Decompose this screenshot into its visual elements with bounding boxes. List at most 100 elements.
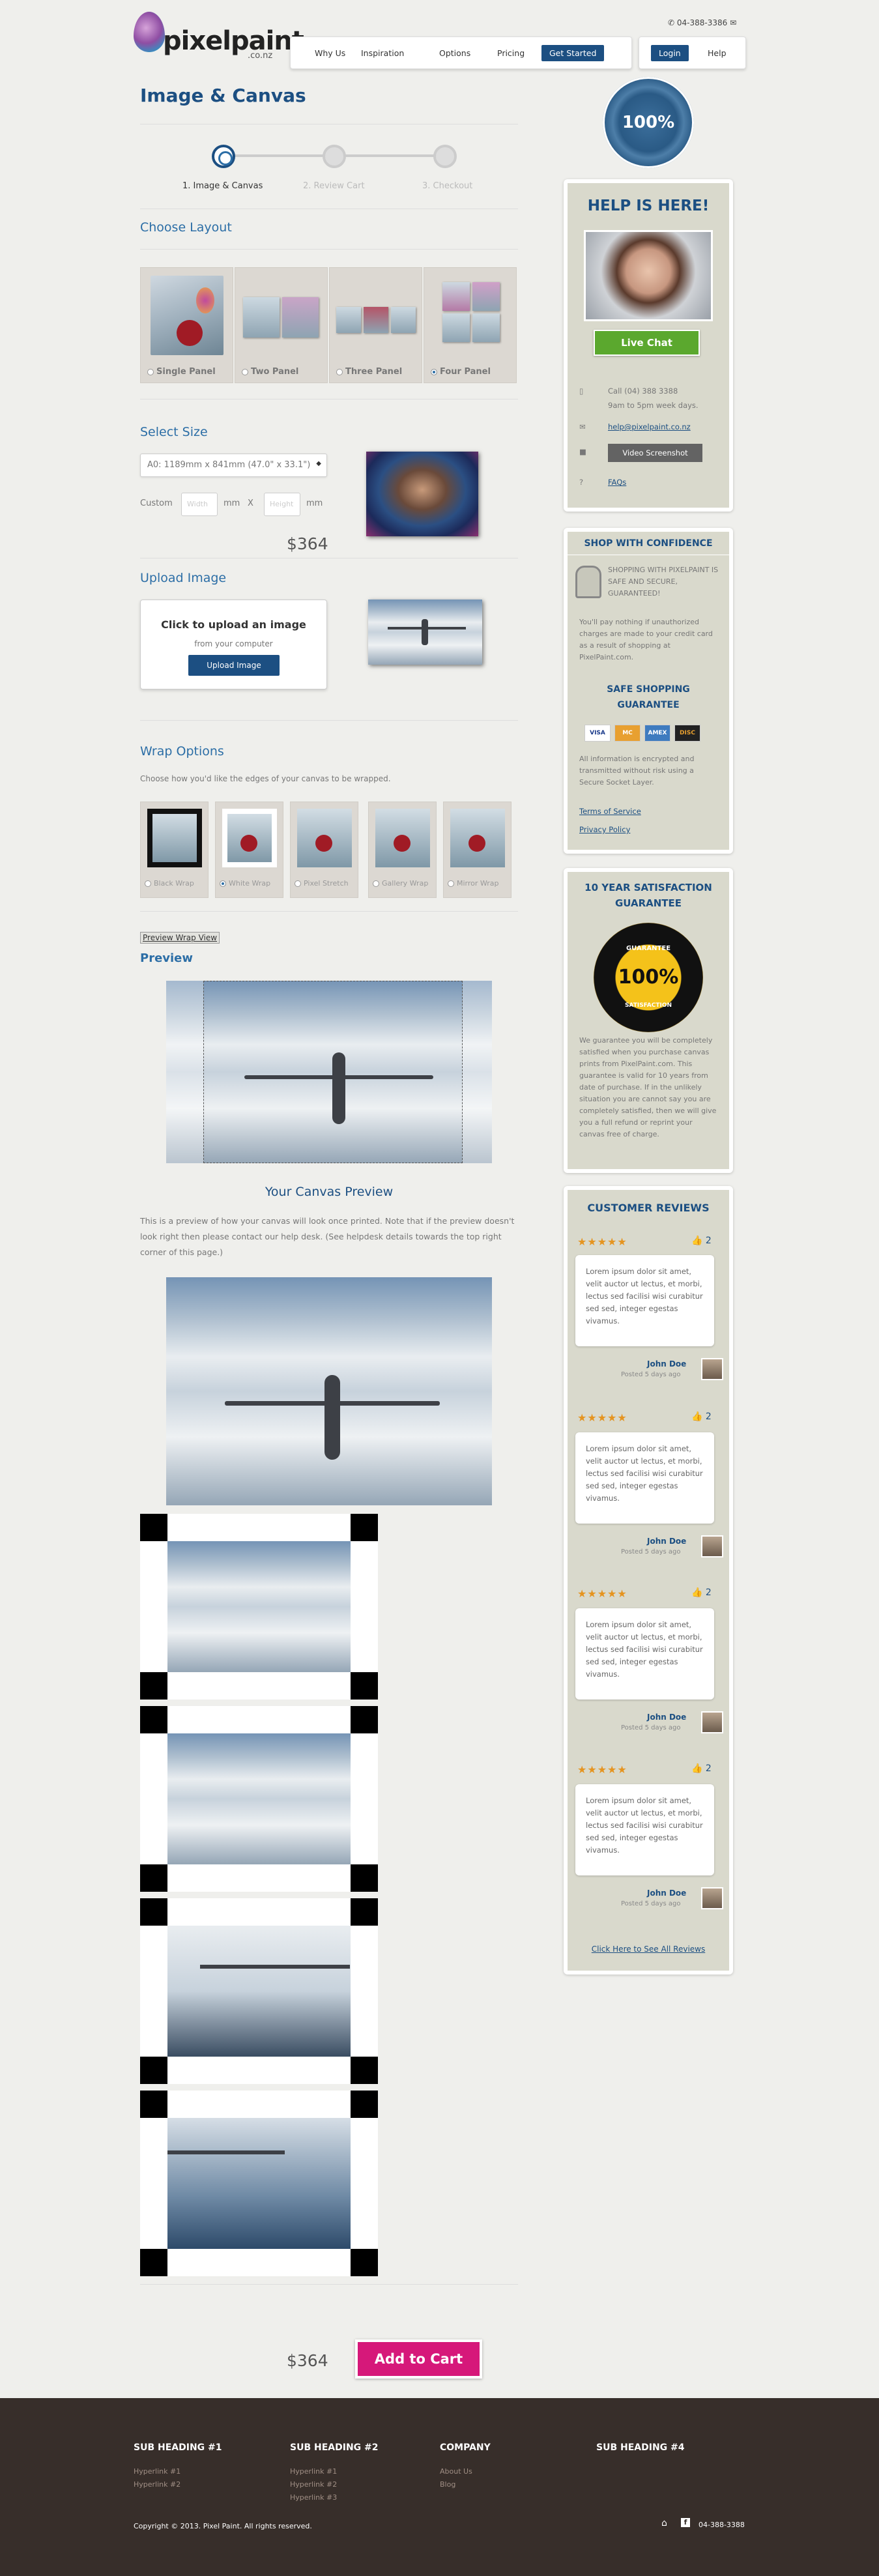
pay-note: You'll pay nothing if unauthorized charg… [579, 618, 713, 661]
like-count[interactable]: 👍 2 [691, 1411, 712, 1422]
radio-button-selected[interactable] [220, 880, 226, 887]
help-link[interactable]: Help [708, 48, 727, 58]
color-splash-graphic [196, 287, 214, 313]
layout-option-two[interactable]: Two Panel [235, 267, 328, 383]
wrap-label: Gallery Wrap [373, 879, 428, 888]
seal-top-text: GUARANTEE [626, 945, 671, 952]
dress-graphic [177, 320, 203, 346]
layout-option-three[interactable]: Three Panel [329, 267, 422, 383]
account-nav: Login Help [639, 36, 746, 69]
login-button[interactable]: Login [651, 45, 689, 61]
footer-link[interactable]: Hyperlink #1 [290, 2467, 337, 2476]
help-heading: HELP IS HERE! [587, 197, 710, 214]
footer-link[interactable]: Hyperlink #2 [134, 2480, 180, 2489]
help-email-link[interactable]: help@pixelpaint.co.nz [608, 421, 691, 433]
wrap-option-gallery[interactable]: Gallery Wrap [368, 802, 437, 898]
times-label: X [248, 499, 253, 508]
canvas-preview-image [166, 1277, 492, 1505]
radio-button[interactable] [448, 880, 454, 887]
get-started-button[interactable]: Get Started [541, 45, 605, 61]
rating-stars: ★★★★★ [577, 1763, 627, 1776]
add-to-cart-button[interactable]: Add to Cart [355, 2339, 482, 2379]
privacy-link[interactable]: Privacy Policy [579, 824, 630, 835]
video-screenshot-button[interactable]: Video Screenshot [608, 444, 702, 462]
nav-pricing[interactable]: Pricing [497, 48, 525, 58]
wrap-option-white[interactable]: White Wrap [215, 802, 283, 898]
upload-dropzone[interactable]: Click to upload an image from your compu… [140, 600, 327, 689]
footer-link[interactable]: Blog [440, 2480, 455, 2489]
mail-icon[interactable]: ✉ [730, 18, 736, 27]
wrap-label: Mirror Wrap [448, 879, 499, 888]
logo-text[interactable]: pixelpaint [163, 26, 304, 56]
review-bubble: Lorem ipsum dolor sit amet, velit auctor… [575, 1255, 714, 1346]
phone-icon: ✆ [668, 18, 677, 27]
like-count[interactable]: 👍 2 [691, 1587, 712, 1598]
upload-image-button[interactable]: Upload Image [188, 655, 280, 676]
reviews-box: CUSTOMER REVIEWS ★★★★★ 👍 2 Lorem ipsum d… [564, 1186, 733, 1975]
layout-option-single[interactable]: Single Panel [140, 267, 233, 383]
home-icon[interactable]: ⌂ [661, 2518, 667, 2528]
divider [140, 249, 518, 250]
thumbs-up-icon: 👍 [691, 1236, 703, 1246]
radio-button[interactable] [242, 368, 248, 375]
safe-shopping-heading: SAFE SHOPPING GUARANTEE [607, 684, 690, 710]
badge-text: 100% [622, 113, 675, 132]
panel-preview [243, 297, 280, 338]
nav-why-us[interactable]: Why Us [315, 48, 345, 58]
footer-link[interactable]: Hyperlink #1 [134, 2467, 180, 2476]
radio-button[interactable] [145, 880, 151, 887]
reviewer-name: John Doe [647, 1889, 687, 1898]
step-1-marker[interactable] [212, 145, 235, 168]
amex-icon: AMEX [644, 725, 670, 742]
layout-option-four[interactable]: Four Panel [424, 267, 517, 383]
radio-button[interactable] [373, 880, 379, 887]
lock-icon [575, 566, 601, 598]
wrap-option-black[interactable]: Black Wrap [140, 802, 209, 898]
radio-button[interactable] [147, 368, 154, 375]
step-3-marker[interactable] [433, 145, 457, 168]
like-count[interactable]: 👍 2 [691, 1236, 712, 1246]
preview-wrap-view-link[interactable]: Preview Wrap View [140, 932, 220, 944]
nav-options[interactable]: Options [439, 48, 470, 58]
facebook-icon[interactable]: f [681, 2518, 690, 2527]
live-chat-button[interactable]: Live Chat [594, 330, 700, 356]
chevron-down-icon[interactable]: ◆ [316, 460, 321, 467]
divider [140, 911, 518, 912]
confidence-heading: SHOP WITH CONFIDENCE [584, 538, 713, 549]
footer-link[interactable]: Hyperlink #3 [290, 2493, 337, 2502]
step-2-marker[interactable] [323, 145, 346, 168]
size-select[interactable]: A0: 1189mm x 841mm (47.0" x 33.1") ◆ [140, 454, 327, 477]
height-input[interactable]: Height [264, 493, 300, 516]
layout-label: Three Panel [336, 367, 402, 377]
wrap-option-pixel-stretch[interactable]: Pixel Stretch [290, 802, 358, 898]
rating-stars: ★★★★★ [577, 1236, 627, 1248]
radio-button[interactable] [295, 880, 301, 887]
wrap-option-mirror[interactable]: Mirror Wrap [443, 802, 512, 898]
review-bubble: Lorem ipsum dolor sit amet, velit auctor… [575, 1784, 714, 1875]
video-icon: ■ [579, 447, 586, 456]
mastercard-icon: MC [614, 725, 641, 742]
nav-inspiration[interactable]: Inspiration [361, 48, 404, 58]
custom-label: Custom [140, 499, 173, 508]
like-count[interactable]: 👍 2 [691, 1763, 712, 1774]
width-input[interactable]: Width [181, 493, 218, 516]
step-3-label: 3. Checkout [422, 181, 473, 191]
canvas-preview-title: Your Canvas Preview [265, 1185, 394, 1199]
panel-previews [140, 1514, 378, 2279]
radio-button[interactable] [336, 368, 343, 375]
logo-mark[interactable] [134, 12, 165, 52]
avatar [701, 1358, 723, 1380]
encryption-text: All information is encrypted and transmi… [579, 755, 695, 787]
discover-icon: DISC [674, 725, 700, 742]
faqs-link[interactable]: FAQs [608, 476, 626, 488]
panel-preview [391, 307, 416, 333]
radio-button-selected[interactable] [431, 368, 437, 375]
terms-link[interactable]: Terms of Service [579, 805, 641, 817]
see-all-reviews-link[interactable]: Click Here to See All Reviews [568, 1945, 729, 1954]
wrap-preview [147, 809, 202, 867]
footer-link[interactable]: About Us [440, 2467, 472, 2476]
review-bubble: Lorem ipsum dolor sit amet, velit auctor… [575, 1432, 714, 1524]
footer-link[interactable]: Hyperlink #2 [290, 2480, 337, 2489]
help-box: HELP IS HERE! Live Chat ▯ Call (04) 388 … [564, 179, 733, 512]
panel-preview [442, 282, 470, 311]
